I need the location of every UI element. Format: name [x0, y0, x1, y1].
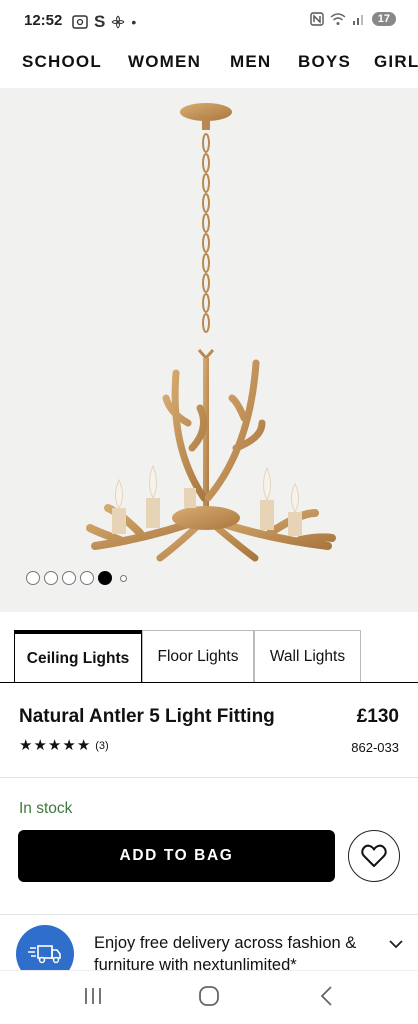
- star-icon: ★: [62, 737, 76, 754]
- carousel-dot-3[interactable]: [62, 571, 76, 585]
- back-icon[interactable]: [316, 985, 338, 1007]
- category-men[interactable]: MEN: [230, 52, 271, 72]
- status-notification-icons: S •: [72, 12, 136, 32]
- status-system-icons: 17: [310, 12, 396, 26]
- stock-status: In stock: [19, 800, 73, 817]
- carousel-dot-2[interactable]: [44, 571, 58, 585]
- nfc-icon: [310, 12, 324, 26]
- category-nav: SCHOOL WOMEN MEN BOYS GIRL: [0, 44, 418, 86]
- tabs-baseline: [0, 682, 418, 683]
- star-icon: ★: [76, 737, 91, 754]
- status-bar: 12:52 S • 17: [0, 0, 418, 44]
- antler-chandelier-image: [86, 103, 336, 562]
- signal-icon: [352, 15, 363, 25]
- carousel-dots: [26, 571, 127, 585]
- divider: [0, 777, 418, 778]
- tab-floor-lights[interactable]: Floor Lights: [142, 630, 254, 682]
- chevron-down-icon[interactable]: [388, 939, 404, 949]
- product-image[interactable]: [0, 88, 418, 612]
- system-nav-bar: [0, 970, 418, 1024]
- category-tabs: Ceiling Lights Floor Lights Wall Lights: [14, 630, 361, 683]
- product-title: Natural Antler 5 Light Fitting: [19, 706, 275, 727]
- fan-icon: [111, 15, 125, 29]
- status-time: 12:52: [24, 12, 63, 29]
- category-girls[interactable]: GIRL: [374, 52, 418, 72]
- recent-apps-icon[interactable]: [82, 985, 104, 1007]
- wifi-icon: [330, 12, 346, 25]
- screenshot-icon: [72, 15, 88, 29]
- battery-indicator: 17: [371, 12, 396, 26]
- carousel-dot-5-active[interactable]: [98, 571, 112, 585]
- category-boys[interactable]: BOYS: [298, 52, 351, 72]
- product-price: £130: [356, 706, 399, 727]
- s-notification-icon: S: [94, 12, 106, 31]
- home-icon[interactable]: [198, 985, 220, 1007]
- product-code: 862-033: [351, 740, 399, 755]
- tab-wall-lights[interactable]: Wall Lights: [254, 630, 361, 682]
- favourite-button[interactable]: [348, 830, 400, 882]
- delivery-banner[interactable]: Enjoy free delivery across fashion & fur…: [0, 915, 418, 970]
- dot-icon: •: [131, 14, 137, 30]
- review-count: (3): [95, 739, 109, 752]
- delivery-text: Enjoy free delivery across fashion & fur…: [94, 934, 357, 970]
- product-rating[interactable]: ★ ★ ★ ★ ★ (3): [19, 738, 109, 753]
- star-icon: ★: [47, 737, 62, 754]
- heart-icon: [361, 844, 387, 867]
- add-to-bag-button[interactable]: ADD TO BAG: [18, 830, 335, 882]
- carousel-dot-4[interactable]: [80, 571, 94, 585]
- category-school[interactable]: SCHOOL: [22, 52, 102, 72]
- category-women[interactable]: WOMEN: [128, 52, 201, 72]
- star-icon: ★: [33, 737, 47, 754]
- delivery-truck-icon: [16, 925, 74, 970]
- carousel-dot-6[interactable]: [120, 574, 127, 582]
- carousel-dot-1[interactable]: [26, 571, 40, 585]
- star-icon: ★: [19, 737, 33, 754]
- tab-ceiling-lights[interactable]: Ceiling Lights: [14, 630, 142, 683]
